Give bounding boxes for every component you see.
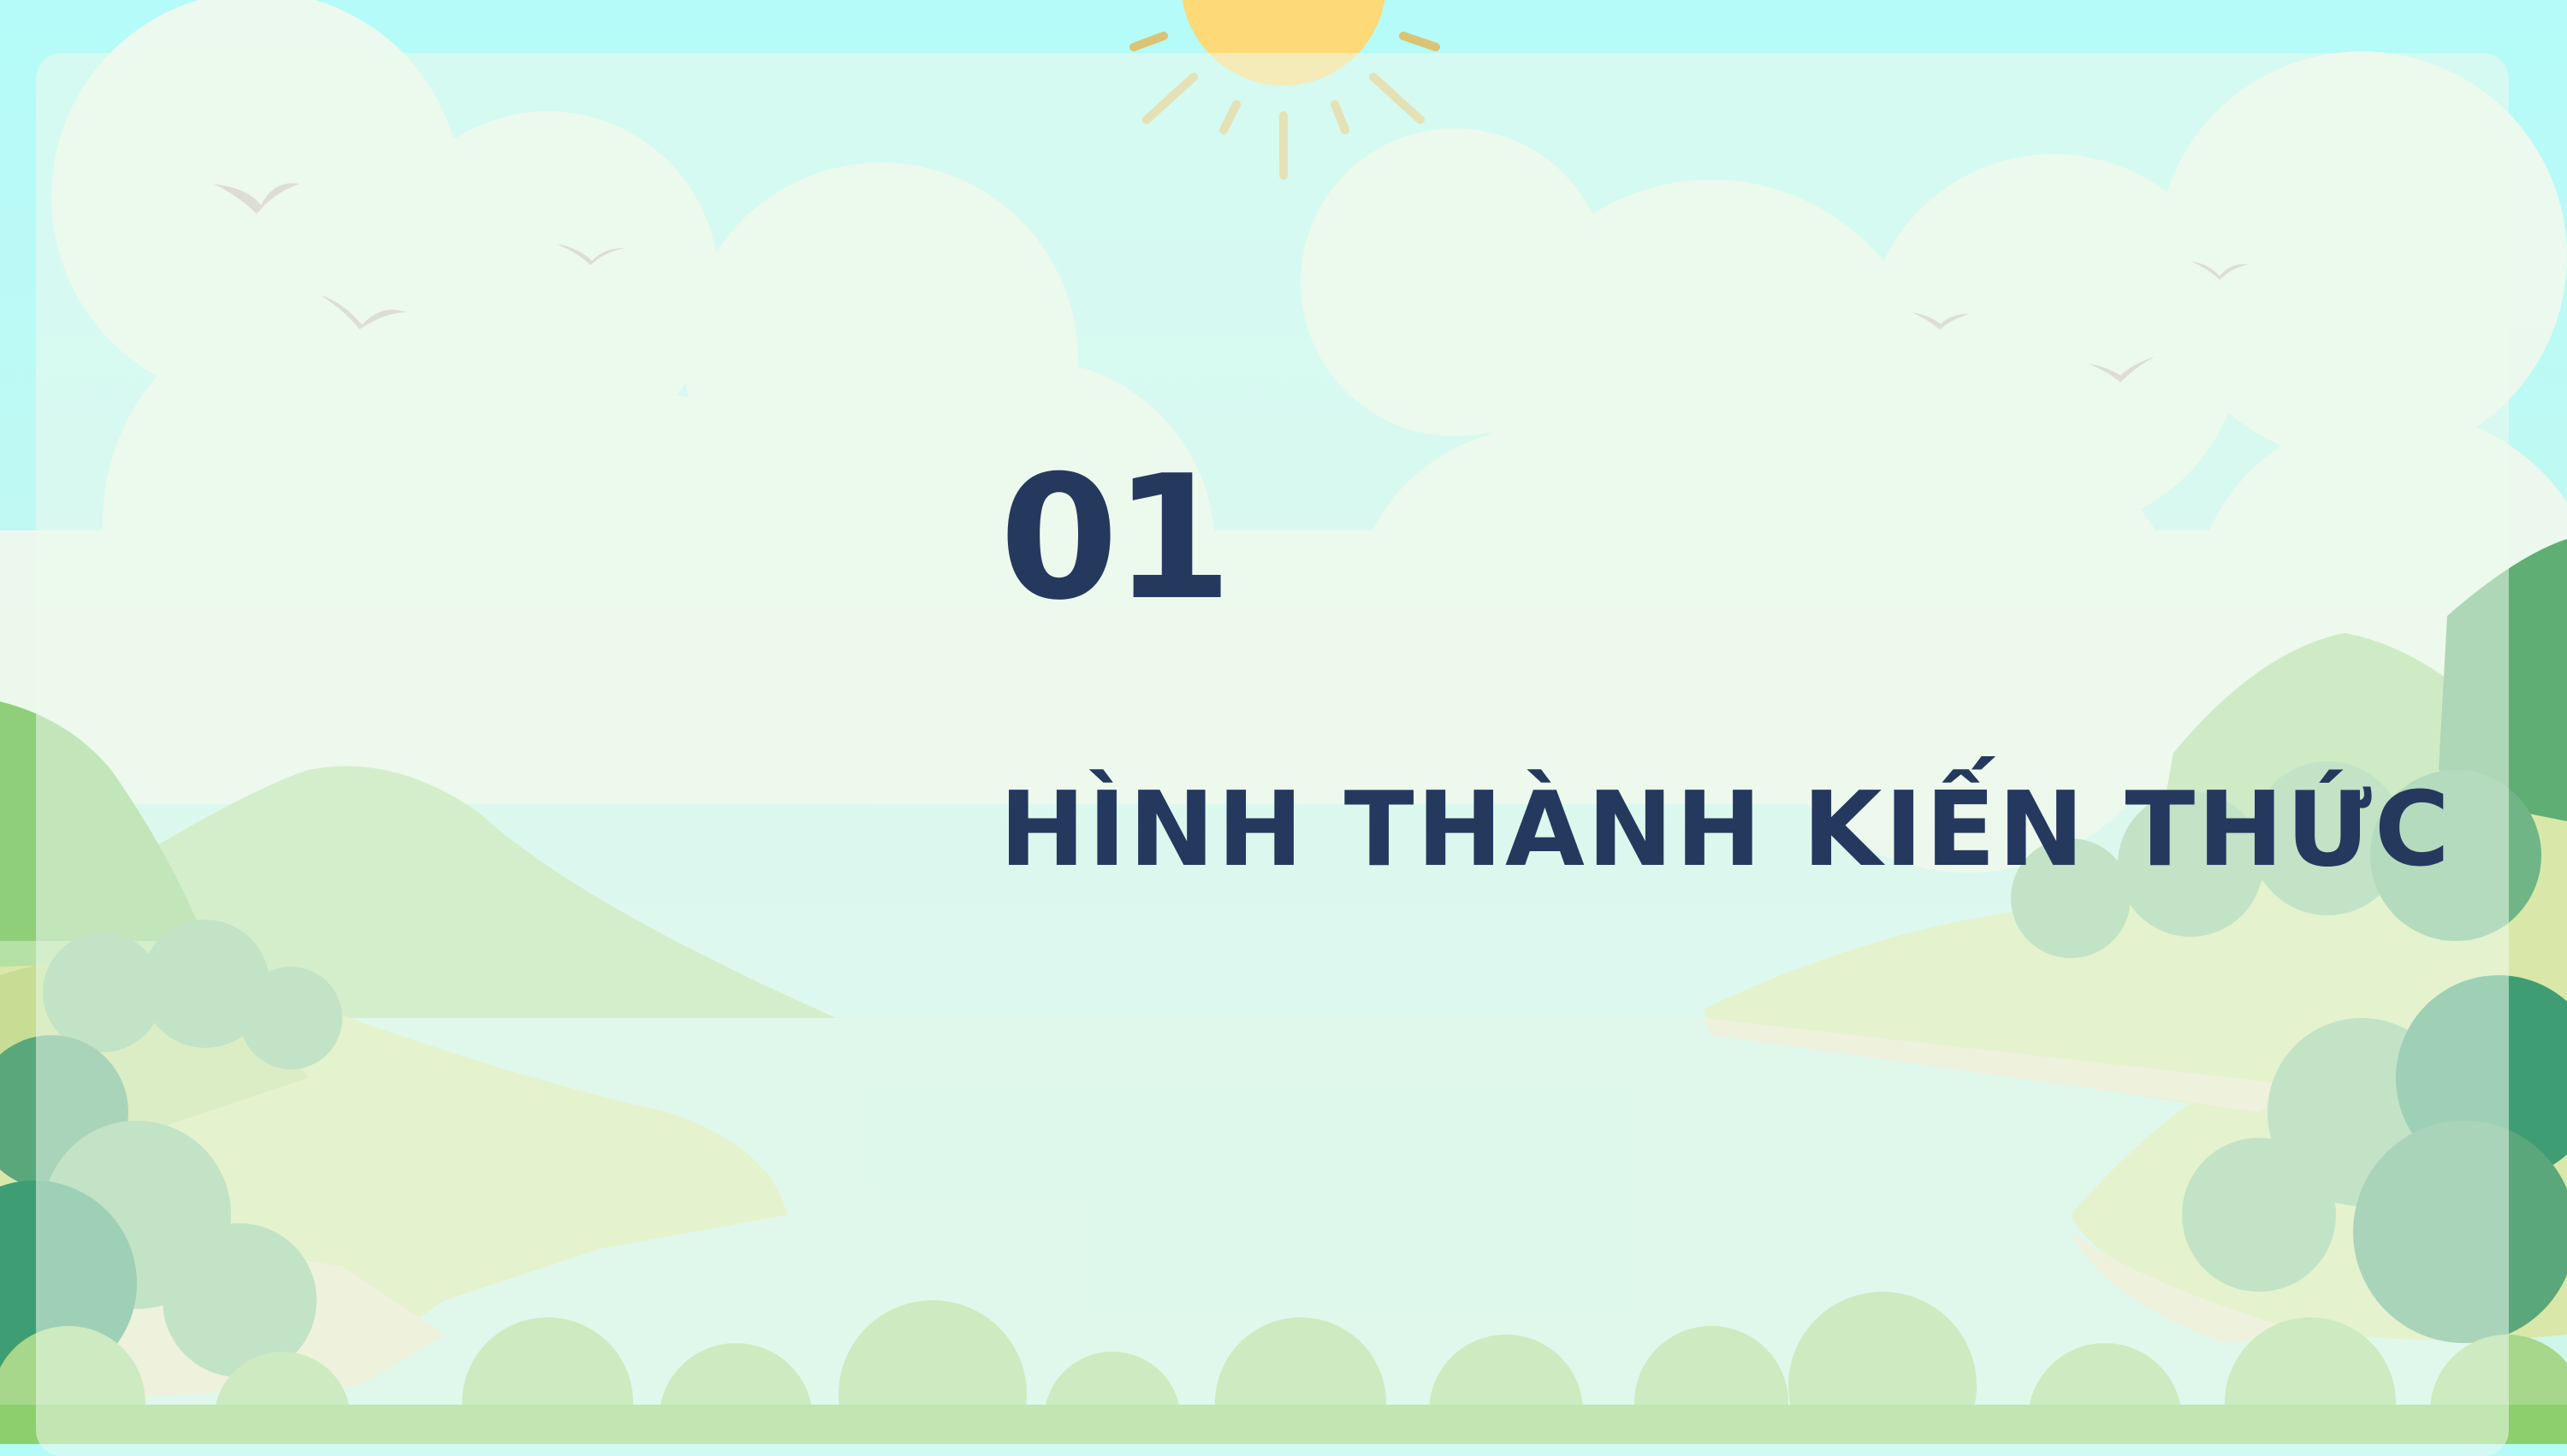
- content-panel: [36, 53, 2509, 1456]
- slide-number: 01: [999, 439, 1232, 638]
- slide-title: HÌNH THÀNH KIẾN THỨC: [999, 771, 2452, 890]
